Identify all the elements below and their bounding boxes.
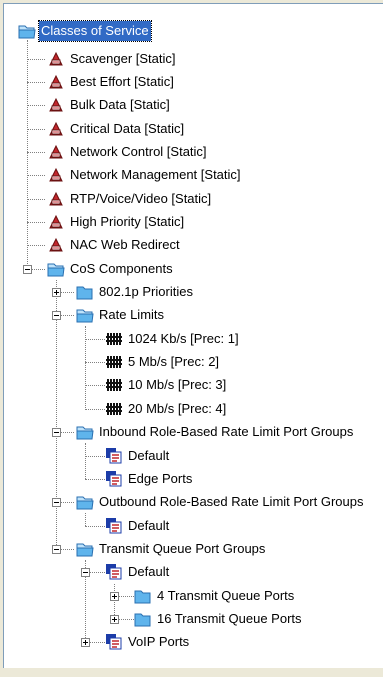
port-group-icon [106, 471, 122, 487]
expand-toggle[interactable] [81, 638, 90, 647]
tree-connector [61, 292, 74, 293]
tree-connector [27, 59, 45, 60]
tree-connector [119, 596, 134, 597]
expand-toggle[interactable] [110, 615, 119, 624]
collapse-toggle[interactable] [81, 568, 90, 577]
rate-limit-icon [106, 356, 122, 368]
cos-class-icon [49, 74, 63, 89]
node-label: 10 Mb/s [Prec: 3] [128, 377, 227, 392]
cos-tree-panel: Classes of Service Scavenger [Static] Be… [3, 3, 383, 676]
node-label: Best Effort [Static] [70, 74, 174, 89]
cos-class-icon [49, 97, 63, 112]
node-label: Network Control [Static] [70, 144, 207, 159]
tree-connector [61, 432, 74, 433]
node-label: Default [128, 448, 170, 463]
node-label: 5 Mb/s [Prec: 2] [128, 354, 220, 369]
rate-limit-icon [106, 379, 122, 391]
node-label: RTP/Voice/Video [Static] [70, 191, 212, 206]
tree-connector [90, 642, 105, 643]
tree-connector [32, 269, 45, 270]
expand-toggle[interactable] [110, 592, 119, 601]
cos-class-icon [49, 121, 63, 136]
tree-connector [90, 572, 105, 573]
folder-open-icon [47, 263, 65, 277]
folder-icon [76, 286, 93, 300]
tree-connector [85, 513, 86, 526]
tree-connector [85, 409, 105, 410]
folder-open-icon [76, 309, 94, 323]
tree-connector [27, 245, 45, 246]
collapse-toggle[interactable] [23, 265, 32, 274]
folder-open-icon [76, 426, 94, 440]
folder-icon [134, 613, 151, 627]
tree-connector [114, 584, 115, 619]
node-label: 802.1p Priorities [99, 284, 193, 299]
node-label: Edge Ports [128, 471, 193, 486]
node-label: High Priority [Static] [70, 214, 185, 229]
tree-connector [27, 152, 45, 153]
node-label: 1024 Kb/s [Prec: 1] [128, 331, 239, 346]
node-label: Inbound Role-Based Rate Limit Port Group… [99, 424, 354, 439]
node-label: Bulk Data [Static] [70, 97, 170, 112]
node-label: VoIP Ports [128, 634, 190, 649]
collapse-toggle[interactable] [52, 311, 61, 320]
tree-connector [27, 222, 45, 223]
rate-limit-icon [106, 333, 122, 345]
port-group-icon [106, 634, 122, 650]
collapse-toggle[interactable] [52, 545, 61, 554]
tree-connector [27, 105, 45, 106]
cos-class-icon [49, 144, 63, 159]
folder-open-icon [76, 543, 94, 557]
node-label: Network Management [Static] [70, 167, 241, 182]
bottom-gutter [0, 668, 383, 677]
tree-connector [85, 443, 86, 479]
node-label: Outbound Role-Based Rate Limit Port Grou… [99, 494, 364, 509]
node-label: Transmit Queue Port Groups [99, 541, 266, 556]
tree-connector [27, 129, 45, 130]
tree-connector [85, 479, 105, 480]
collapse-toggle[interactable] [52, 498, 61, 507]
cos-class-icon [49, 237, 63, 252]
node-label: CoS Components [70, 261, 173, 276]
collapse-toggle[interactable] [52, 428, 61, 437]
node-label: Scavenger [Static] [70, 51, 176, 66]
tree-connector [27, 40, 28, 272]
tree-connector [27, 199, 45, 200]
cos-class-icon [49, 191, 63, 206]
tree-connector [61, 549, 74, 550]
tree-connector [27, 82, 45, 83]
node-label: Critical Data [Static] [70, 121, 185, 136]
node-label: 16 Transmit Queue Ports [157, 611, 302, 626]
node-label: 4 Transmit Queue Ports [157, 588, 295, 603]
tree-connector [56, 280, 57, 551]
rate-limit-icon [106, 403, 122, 415]
node-label: Rate Limits [99, 307, 165, 322]
tree-connector [85, 456, 105, 457]
port-group-icon [106, 564, 122, 580]
folder-open-icon [18, 25, 36, 39]
cos-class-icon [49, 167, 63, 182]
expand-toggle[interactable] [52, 288, 61, 297]
tree-connector [61, 502, 74, 503]
cos-class-icon [49, 214, 63, 229]
port-group-icon [106, 448, 122, 464]
cos-class-icon [49, 51, 63, 66]
node-label: Default [128, 518, 170, 533]
node-label: NAC Web Redirect [70, 237, 180, 252]
tree-connector [85, 385, 105, 386]
tree-connector [85, 362, 105, 363]
port-group-icon [106, 518, 122, 534]
tree-connector [61, 315, 74, 316]
node-label: Classes of Service [38, 20, 152, 42]
folder-icon [134, 590, 151, 604]
node-label: 20 Mb/s [Prec: 4] [128, 401, 227, 416]
tree-connector [119, 619, 134, 620]
node-label: Default [128, 564, 170, 579]
tree-connector [85, 526, 105, 527]
tree-connector [27, 175, 45, 176]
tree-connector [85, 339, 105, 340]
folder-open-icon [76, 496, 94, 510]
